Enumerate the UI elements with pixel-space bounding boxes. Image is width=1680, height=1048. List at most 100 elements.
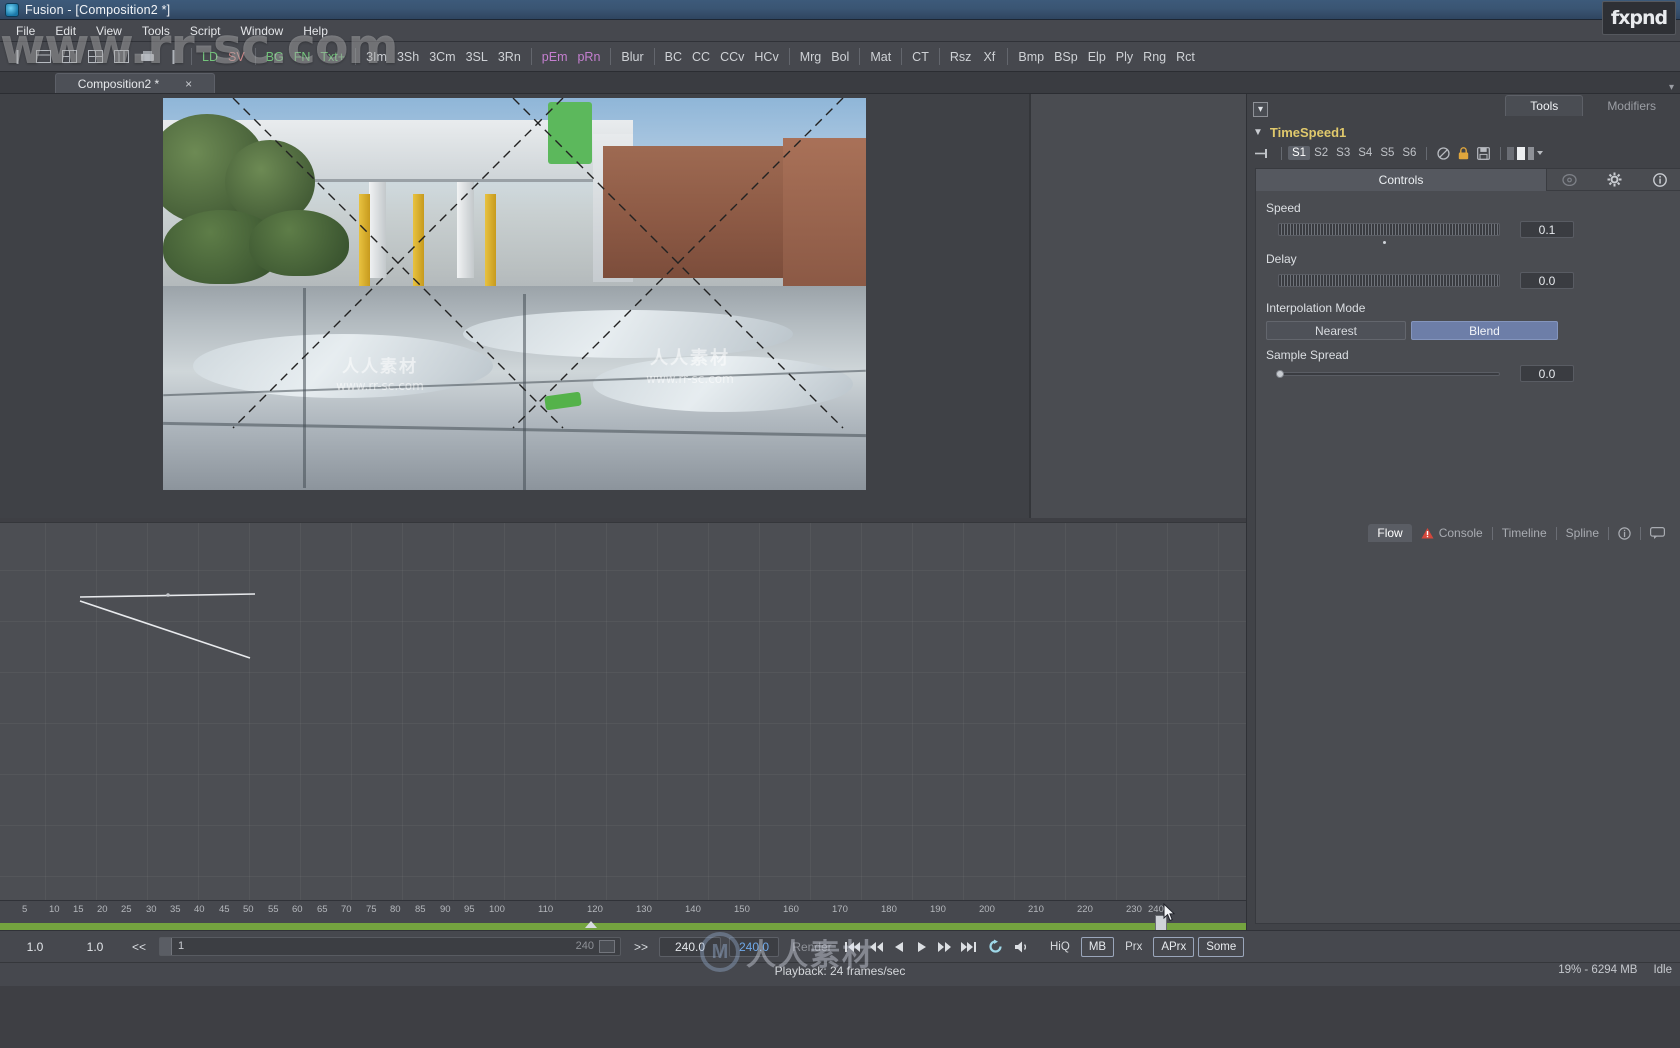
tool-button-bsp[interactable]: BSp [1051,46,1081,68]
tool-button-elp[interactable]: Elp [1085,46,1109,68]
tool-button-ply[interactable]: Ply [1113,46,1136,68]
delay-slider[interactable] [1278,274,1500,287]
tool-button-rng[interactable]: Rng [1140,46,1169,68]
tabs-overflow-icon[interactable]: ▾ [1669,82,1674,93]
layout-2-split-icon[interactable] [32,46,54,68]
tool-button-mrg[interactable]: Mrg [797,46,825,68]
viewer-right[interactable] [1029,94,1246,518]
state-button-s6[interactable]: S6 [1398,146,1420,160]
tool-button-hcv[interactable]: HCv [751,46,781,68]
viewer-left[interactable]: 人人素材 www.rr-sc.com 人人素材 www.rr-sc.com [0,94,1029,518]
inspector-collapse-checkbox[interactable]: ▾ [1253,102,1268,117]
prx-button[interactable]: Prx [1118,937,1149,957]
single-view-layout-icon[interactable] [6,46,28,68]
state-button-s3[interactable]: S3 [1332,146,1354,160]
menu-item-tools[interactable]: Tools [132,22,180,40]
tool-button-ccv[interactable]: CCv [717,46,747,68]
layout-3-split-icon[interactable] [58,46,80,68]
tab-modifiers[interactable]: Modifiers [1583,96,1680,116]
tab-tools[interactable]: Tools [1505,95,1584,116]
sample-spread-slider[interactable] [1276,370,1500,378]
tab-spline[interactable]: Spline [1557,524,1608,542]
tool-button-prn[interactable]: pRn [574,46,603,68]
last-frame-button[interactable] [957,936,978,957]
tool-button-blur[interactable]: Blur [618,46,646,68]
tool-button-fn[interactable]: FN [291,46,314,68]
chevron-down-icon[interactable] [1537,151,1544,155]
step-back-button[interactable] [888,936,909,957]
rewind-button[interactable] [865,936,886,957]
tool-button-3rn[interactable]: 3Rn [495,46,524,68]
tool-button-bc[interactable]: BC [662,46,685,68]
delay-value-field[interactable]: 0.0 [1520,272,1574,289]
tab-console[interactable]: Console [1412,524,1492,542]
tool-button-mat[interactable]: Mat [867,46,894,68]
audio-button[interactable] [1011,936,1032,957]
state-button-s2[interactable]: S2 [1310,146,1332,160]
interpolation-nearest-button[interactable]: Nearest [1266,321,1406,340]
state-button-s5[interactable]: S5 [1376,146,1398,160]
lock-icon[interactable] [1454,146,1473,160]
tool-button-3cm[interactable]: 3Cm [426,46,458,68]
menu-item-edit[interactable]: Edit [45,22,86,40]
scrub-track[interactable]: 1 240 [159,937,621,956]
state-button-s1[interactable]: S1 [1288,146,1311,160]
menu-item-window[interactable]: Window [231,22,294,40]
vertical-bar-icon[interactable] [162,46,184,68]
tool-button-3im[interactable]: 3Im [363,46,390,68]
scrub-end-handle[interactable] [599,940,615,953]
tab-info-icon[interactable] [1609,525,1640,542]
tool-button-pem[interactable]: pEm [539,46,571,68]
render-button[interactable]: Render [784,936,840,957]
scrub-thumb[interactable] [160,938,172,955]
tool-button-ct[interactable]: CT [909,46,932,68]
timeline-render-range-track[interactable] [0,915,1246,930]
timeline-ruler[interactable]: 5 10 15 20 25 30 35 40 45 50 55 60 65 70… [0,900,1246,930]
tool-button-rct[interactable]: Rct [1173,46,1198,68]
gear-icon[interactable] [1607,172,1622,187]
sample-spread-value-field[interactable]: 0.0 [1520,365,1574,382]
sample-spread-knob[interactable] [1276,370,1284,378]
tool-button-bol[interactable]: Bol [828,46,852,68]
current-frame-field[interactable]: 240.0 [659,936,721,957]
tool-button-txt[interactable]: Txt+ [317,46,348,68]
flow-node-editor[interactable]: Clouds.###... TimeSpeed1 Tim [0,522,1246,900]
tool-button-cc[interactable]: CC [689,46,713,68]
layout-4-split-icon[interactable] [84,46,106,68]
aprx-button[interactable]: APrx [1153,936,1195,957]
current-time-field[interactable]: 240.0 [729,936,779,957]
some-button[interactable]: Some [1198,936,1245,957]
tool-button-3sh[interactable]: 3Sh [394,46,422,68]
color-swatch-icon[interactable] [1507,146,1544,160]
menu-item-view[interactable]: View [86,22,132,40]
loop-button[interactable] [985,936,1006,957]
mb-button[interactable]: MB [1080,936,1115,957]
skip-back-button[interactable]: << [126,936,152,957]
tool-button-sv[interactable]: SV [225,46,248,68]
play-button[interactable] [911,936,932,957]
render-manager-icon[interactable] [136,46,158,68]
menu-item-file[interactable]: File [6,22,45,40]
menu-item-script[interactable]: Script [180,22,231,40]
settings-icon[interactable] [1562,173,1577,187]
out-point-field[interactable]: 1.0 [69,937,121,957]
menu-item-help[interactable]: Help [293,22,338,40]
tool-button-3sl[interactable]: 3SL [463,46,491,68]
speed-keyframe-dot[interactable] [1383,241,1386,244]
hiq-button[interactable]: HiQ [1043,937,1077,957]
tab-comment-icon[interactable] [1641,525,1674,541]
pin-icon[interactable] [1253,148,1275,159]
save-icon[interactable] [1473,146,1494,160]
chevron-down-icon[interactable]: ▼ [1253,127,1263,138]
layout-quad-icon[interactable] [110,46,132,68]
first-frame-button[interactable] [842,936,863,957]
composition-tab[interactable]: Composition2 * × [55,73,215,93]
timeline-playhead-handle[interactable] [585,921,597,928]
tool-button-ld[interactable]: LD [199,46,221,68]
tool-button-bmp[interactable]: Bmp [1015,46,1047,68]
speed-value-field[interactable]: 0.1 [1520,221,1574,238]
tool-button-xf[interactable]: Xf [978,46,1000,68]
state-button-s4[interactable]: S4 [1354,146,1376,160]
fast-forward-button[interactable] [934,936,955,957]
skip-forward-button[interactable]: >> [628,936,654,957]
